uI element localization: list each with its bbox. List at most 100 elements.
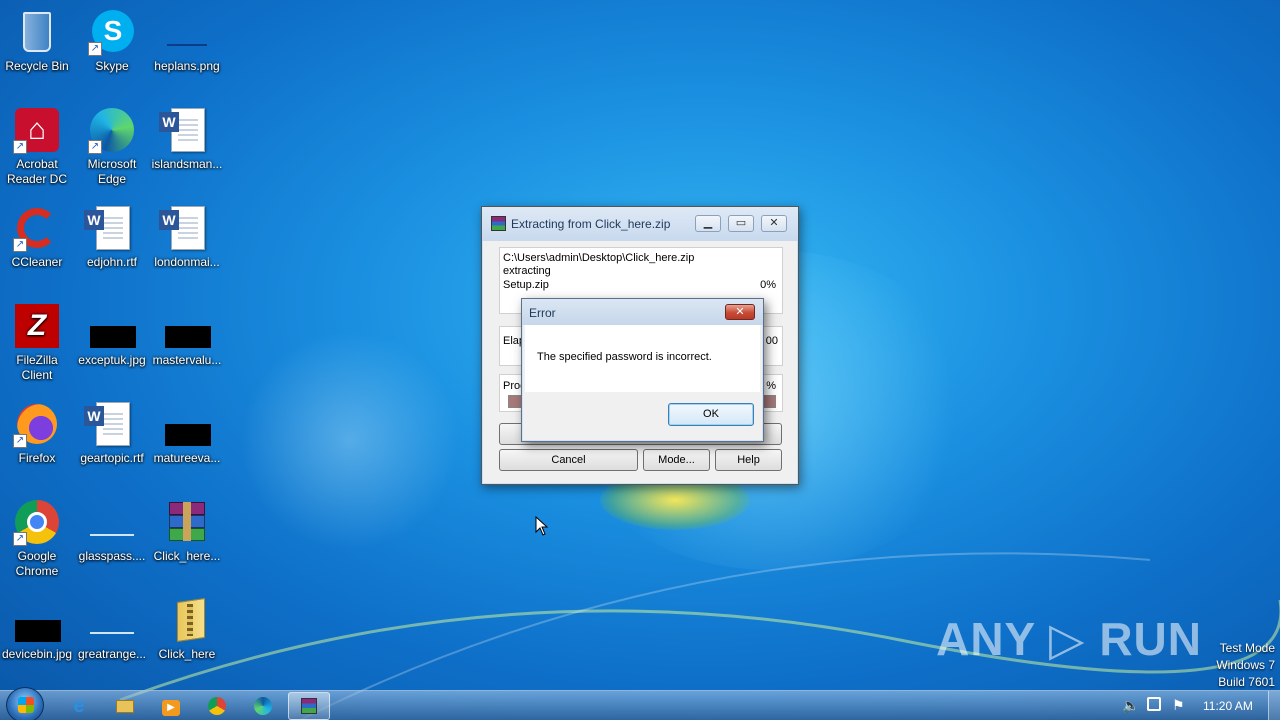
taskbar: e ▶ 🔈 ⚑ 11:20 AM [0, 687, 1280, 720]
zip-folder-icon [163, 596, 211, 644]
desktop-icon-glasspass[interactable]: glasspass.... [74, 494, 150, 582]
word-document-icon: W [84, 204, 136, 252]
error-message: The specified password is incorrect. [537, 351, 712, 363]
maximize-button[interactable]: ▭ [728, 215, 754, 232]
chrome-icon [208, 697, 226, 715]
taskbar-media-player[interactable]: ▶ [151, 692, 191, 720]
image-file-icon [163, 302, 211, 350]
test-mode-line-2: Windows 7 [1216, 658, 1275, 672]
file-icon [88, 596, 136, 644]
file-icon [88, 498, 136, 546]
current-file: Setup.zip [503, 279, 549, 291]
desktop-icon-label: Click_here... [153, 549, 221, 563]
desktop-icon-islandsman[interactable]: W islandsman... [149, 102, 225, 190]
desktop-icon-label: glasspass.... [78, 549, 146, 563]
desktop-icon-label: islandsman... [151, 157, 223, 171]
maximize-icon: ▭ [735, 217, 747, 229]
desktop-icon-greatrange[interactable]: greatrange... [74, 592, 150, 680]
desktop-icon-label: Click_here [158, 647, 216, 661]
ok-button[interactable]: OK [668, 403, 754, 426]
desktop-icon-edjohn[interactable]: W edjohn.rtf [74, 200, 150, 288]
test-mode-line-1: Test Mode [1219, 641, 1275, 655]
desktop-icon-label: Microsoft Edge [87, 157, 137, 186]
volume-icon[interactable]: 🔈 [1122, 697, 1139, 714]
skype-icon: S ↗ [88, 8, 136, 56]
minimize-icon: ▁ [703, 217, 713, 229]
desktop-icon-edge[interactable]: ↗ Microsoft Edge [74, 102, 150, 190]
close-button[interactable]: ✕ [761, 215, 787, 232]
desktop-icon-acrobat[interactable]: ⌂ ↗ Acrobat Reader DC [0, 102, 75, 190]
extract-window-titlebar[interactable]: Extracting from Click_here.zip ▁ ▭ ✕ [482, 207, 798, 241]
image-file-icon [13, 596, 61, 644]
test-mode-line-3: Build 7601 [1218, 675, 1275, 689]
word-document-icon: W [84, 400, 136, 448]
error-dialog: Error ✕ The specified password is incorr… [521, 298, 764, 442]
desktop-icon-label: Skype [95, 59, 129, 73]
ccleaner-icon: ↗ [13, 204, 61, 252]
edge-icon [254, 697, 272, 715]
desktop-icon-skype[interactable]: S ↗ Skype [74, 4, 150, 92]
test-mode-text: Test Mode Windows 7 Build 7601 [1216, 640, 1275, 691]
network-icon[interactable] [1147, 697, 1161, 711]
desktop-icon-label: Recycle Bin [5, 59, 69, 73]
file-percent: 0% [760, 279, 776, 291]
desktop-icon-label: londonmai... [154, 255, 220, 269]
chrome-icon: ↗ [13, 498, 61, 546]
desktop-icon-label: heplans.png [154, 59, 220, 73]
taskbar-clock[interactable]: 11:20 AM [1203, 699, 1253, 713]
help-button[interactable]: Help [715, 449, 782, 471]
extract-window-title: Extracting from Click_here.zip [511, 217, 671, 231]
desktop-icon-exceptuk[interactable]: exceptuk.jpg [74, 298, 150, 386]
desktop-icon-label: exceptuk.jpg [78, 353, 146, 367]
minimize-button[interactable]: ▁ [695, 215, 721, 232]
word-document-icon: W [159, 204, 211, 252]
taskbar-ie[interactable]: e [59, 692, 99, 720]
cancel-button[interactable]: Cancel [499, 449, 638, 471]
image-file-icon [163, 400, 211, 448]
flag-icon[interactable]: ⚑ [1172, 697, 1185, 714]
desktop-icon-label: edjohn.rtf [86, 255, 138, 269]
close-icon: ✕ [769, 217, 779, 229]
error-close-button[interactable]: ✕ [725, 304, 755, 320]
desktop-icon-heplans[interactable]: heplans.png [149, 4, 225, 92]
firefox-icon: ↗ [13, 400, 61, 448]
desktop-icon-label: CCleaner [11, 255, 63, 269]
winrar-archive-icon [163, 498, 211, 546]
desktop-icon-devicebin[interactable]: devicebin.jpg [0, 592, 75, 680]
archive-path: C:\Users\admin\Desktop\Click_here.zip [503, 252, 695, 264]
error-dialog-titlebar[interactable]: Error ✕ [522, 299, 763, 325]
windows-logo-icon [18, 697, 34, 713]
taskbar-explorer[interactable] [105, 692, 145, 720]
filezilla-icon: Z [13, 302, 61, 350]
desktop-icon-ccleaner[interactable]: ↗ CCleaner [0, 200, 75, 288]
edge-icon: ↗ [88, 106, 136, 154]
desktop-icon-label: geartopic.rtf [80, 451, 144, 465]
desktop-icon-mastervalu[interactable]: mastervalu... [149, 298, 225, 386]
image-file-icon [163, 8, 211, 56]
taskbar-edge[interactable] [243, 692, 283, 720]
desktop-icon-chrome[interactable]: ↗ Google Chrome [0, 494, 75, 582]
taskbar-chrome[interactable] [197, 692, 237, 720]
desktop-icon-click-here-archive[interactable]: Click_here... [149, 494, 225, 582]
desktop-icon-matureeva[interactable]: matureeva... [149, 396, 225, 484]
error-dialog-title: Error [529, 306, 556, 320]
desktop-icon-label: greatrange... [77, 647, 147, 661]
show-desktop-button[interactable] [1268, 691, 1280, 720]
desktop-icon-firefox[interactable]: ↗ Firefox [0, 396, 75, 484]
close-icon: ✕ [735, 306, 745, 318]
desktop-icon-recycle-bin[interactable]: Recycle Bin [0, 4, 75, 92]
desktop-icon-label: Firefox [18, 451, 56, 465]
start-button[interactable] [6, 687, 44, 720]
word-document-icon: W [159, 106, 211, 154]
desktop-icon-geartopic[interactable]: W geartopic.rtf [74, 396, 150, 484]
desktop-icon-londonmai[interactable]: W londonmai... [149, 200, 225, 288]
image-file-icon [88, 302, 136, 350]
acrobat-icon: ⌂ ↗ [13, 106, 61, 154]
desktop-icon-filezilla[interactable]: Z FileZilla Client [0, 298, 75, 386]
mode-button[interactable]: Mode... [643, 449, 710, 471]
taskbar-winrar[interactable] [288, 692, 330, 720]
media-player-icon: ▶ [162, 700, 180, 716]
desktop-icon-click-here-folder[interactable]: Click_here [149, 592, 225, 680]
winrar-icon [301, 698, 317, 714]
recycle-bin-icon [13, 8, 61, 56]
